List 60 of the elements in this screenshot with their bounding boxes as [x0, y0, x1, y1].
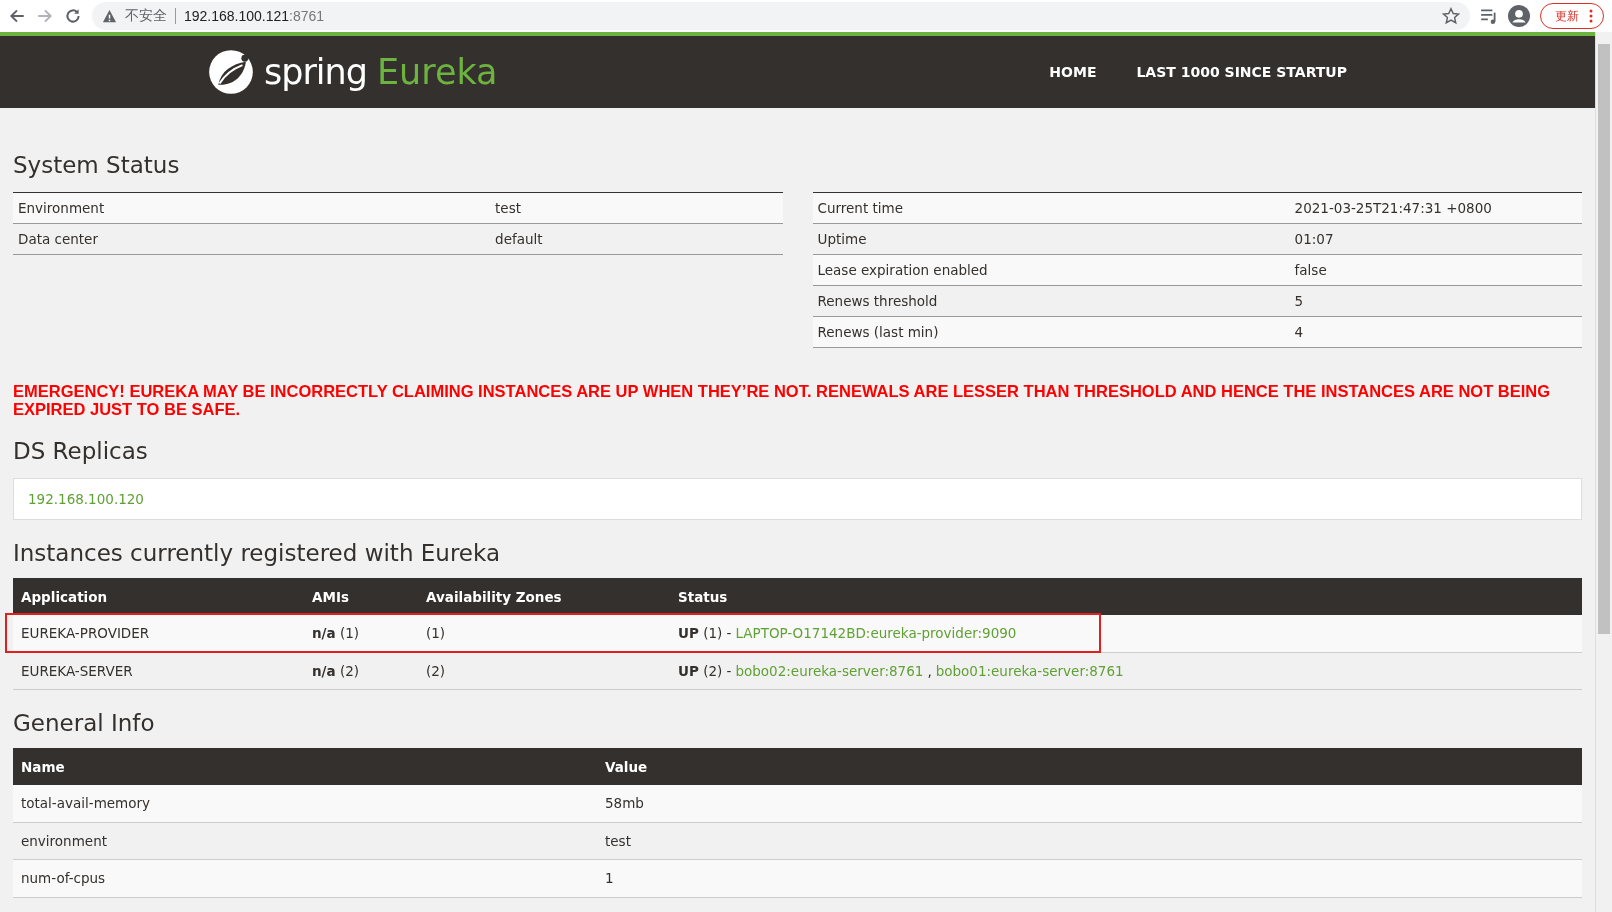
nav-link[interactable]: LAST 1000 SINCE STARTUP	[1136, 64, 1347, 80]
table-cell: Environment	[13, 192, 491, 224]
table-cell: 58mb	[597, 785, 1582, 822]
table-cell: Uptime	[812, 223, 1290, 255]
table-cell: n/a (2)	[304, 652, 418, 690]
table-cell: 01:07	[1289, 223, 1582, 255]
logo-wordmark: spring	[264, 52, 367, 92]
table-cell: Lease expiration enabled	[812, 254, 1290, 286]
table-cell: default	[490, 223, 783, 255]
table-cell: Renews threshold	[812, 285, 1290, 317]
section-title: DS Replicas	[13, 438, 149, 464]
table-cell: Renews (last min)	[812, 316, 1290, 348]
table-cell: EUREKA-SERVER	[13, 652, 304, 690]
table-cell: (1)	[418, 615, 670, 652]
update-button[interactable]: 更新	[1540, 3, 1604, 29]
playlist-icon[interactable]	[1480, 7, 1498, 25]
column-header: Value	[597, 748, 1582, 785]
logo-product-name: Eureka	[376, 52, 498, 92]
url-text: 192.168.100.121:8761	[184, 8, 325, 24]
instance-link[interactable]: bobo01:eureka-server:8761	[935, 662, 1124, 679]
column-header: Availability Zones	[418, 578, 670, 615]
table-cell: num-of-cpus	[13, 859, 597, 897]
star-icon[interactable]	[1442, 7, 1460, 25]
table-cell: environment	[13, 822, 597, 860]
section-title: General Info	[13, 710, 156, 736]
section-title: Instances currently registered with Eureka	[13, 540, 501, 566]
back-icon[interactable]	[8, 7, 26, 25]
table-cell: 2021-03-25T21:47:31 +0800	[1289, 192, 1582, 224]
nav-link[interactable]: HOME	[1049, 64, 1097, 80]
table-cell: n/a (1)	[304, 615, 418, 652]
security-label: 不安全	[125, 7, 167, 25]
avatar-icon[interactable]	[1508, 5, 1530, 27]
scrollbar[interactable]	[1595, 32, 1612, 912]
status-text: UP (2) -	[678, 662, 732, 679]
emergency-warning: EMERGENCY! EUREKA MAY BE INCORRECTLY CLAIMING INSTANCES ARE UP WHEN THEY’RE NOT. RENEWALS ARE LESSER THAN THRESHOLD AND HENCE THE INSTANCES ARE NOT BEING EXPIRED JUST TO BE SAFE.	[13, 382, 1552, 418]
table-cell: total-avail-memory	[13, 785, 597, 822]
column-header: Application	[13, 578, 304, 615]
status-text: UP (1) -	[678, 625, 732, 642]
column-header: Status	[670, 578, 1582, 615]
table-cell: false	[1289, 254, 1582, 286]
table-cell: test	[597, 822, 1582, 860]
table-cell: 5	[1289, 285, 1582, 317]
table-cell: 1	[597, 859, 1582, 897]
warning-icon	[102, 8, 117, 24]
reload-icon[interactable]	[64, 7, 82, 25]
instance-link[interactable]: bobo02:eureka-server:8761	[735, 662, 924, 679]
leaf-logo-icon	[208, 49, 254, 95]
table-cell: (2)	[418, 652, 670, 690]
replica-link[interactable]: 192.168.100.120	[28, 491, 144, 507]
address-bar[interactable]: 不安全 192.168.100.121:8761	[92, 2, 1470, 30]
more-icon	[1589, 9, 1593, 23]
separator-text: ,	[927, 662, 932, 679]
column-header: Name	[13, 748, 597, 785]
table-cell: Current time	[812, 192, 1290, 224]
table-cell: Data center	[13, 223, 491, 255]
table-cell: test	[490, 192, 783, 224]
table-cell: 4	[1289, 316, 1582, 348]
column-header: AMIs	[304, 578, 418, 615]
instance-link[interactable]: LAPTOP-O17142BD:eureka-provider:9090	[735, 625, 1017, 642]
section-title: System Status	[13, 152, 181, 178]
